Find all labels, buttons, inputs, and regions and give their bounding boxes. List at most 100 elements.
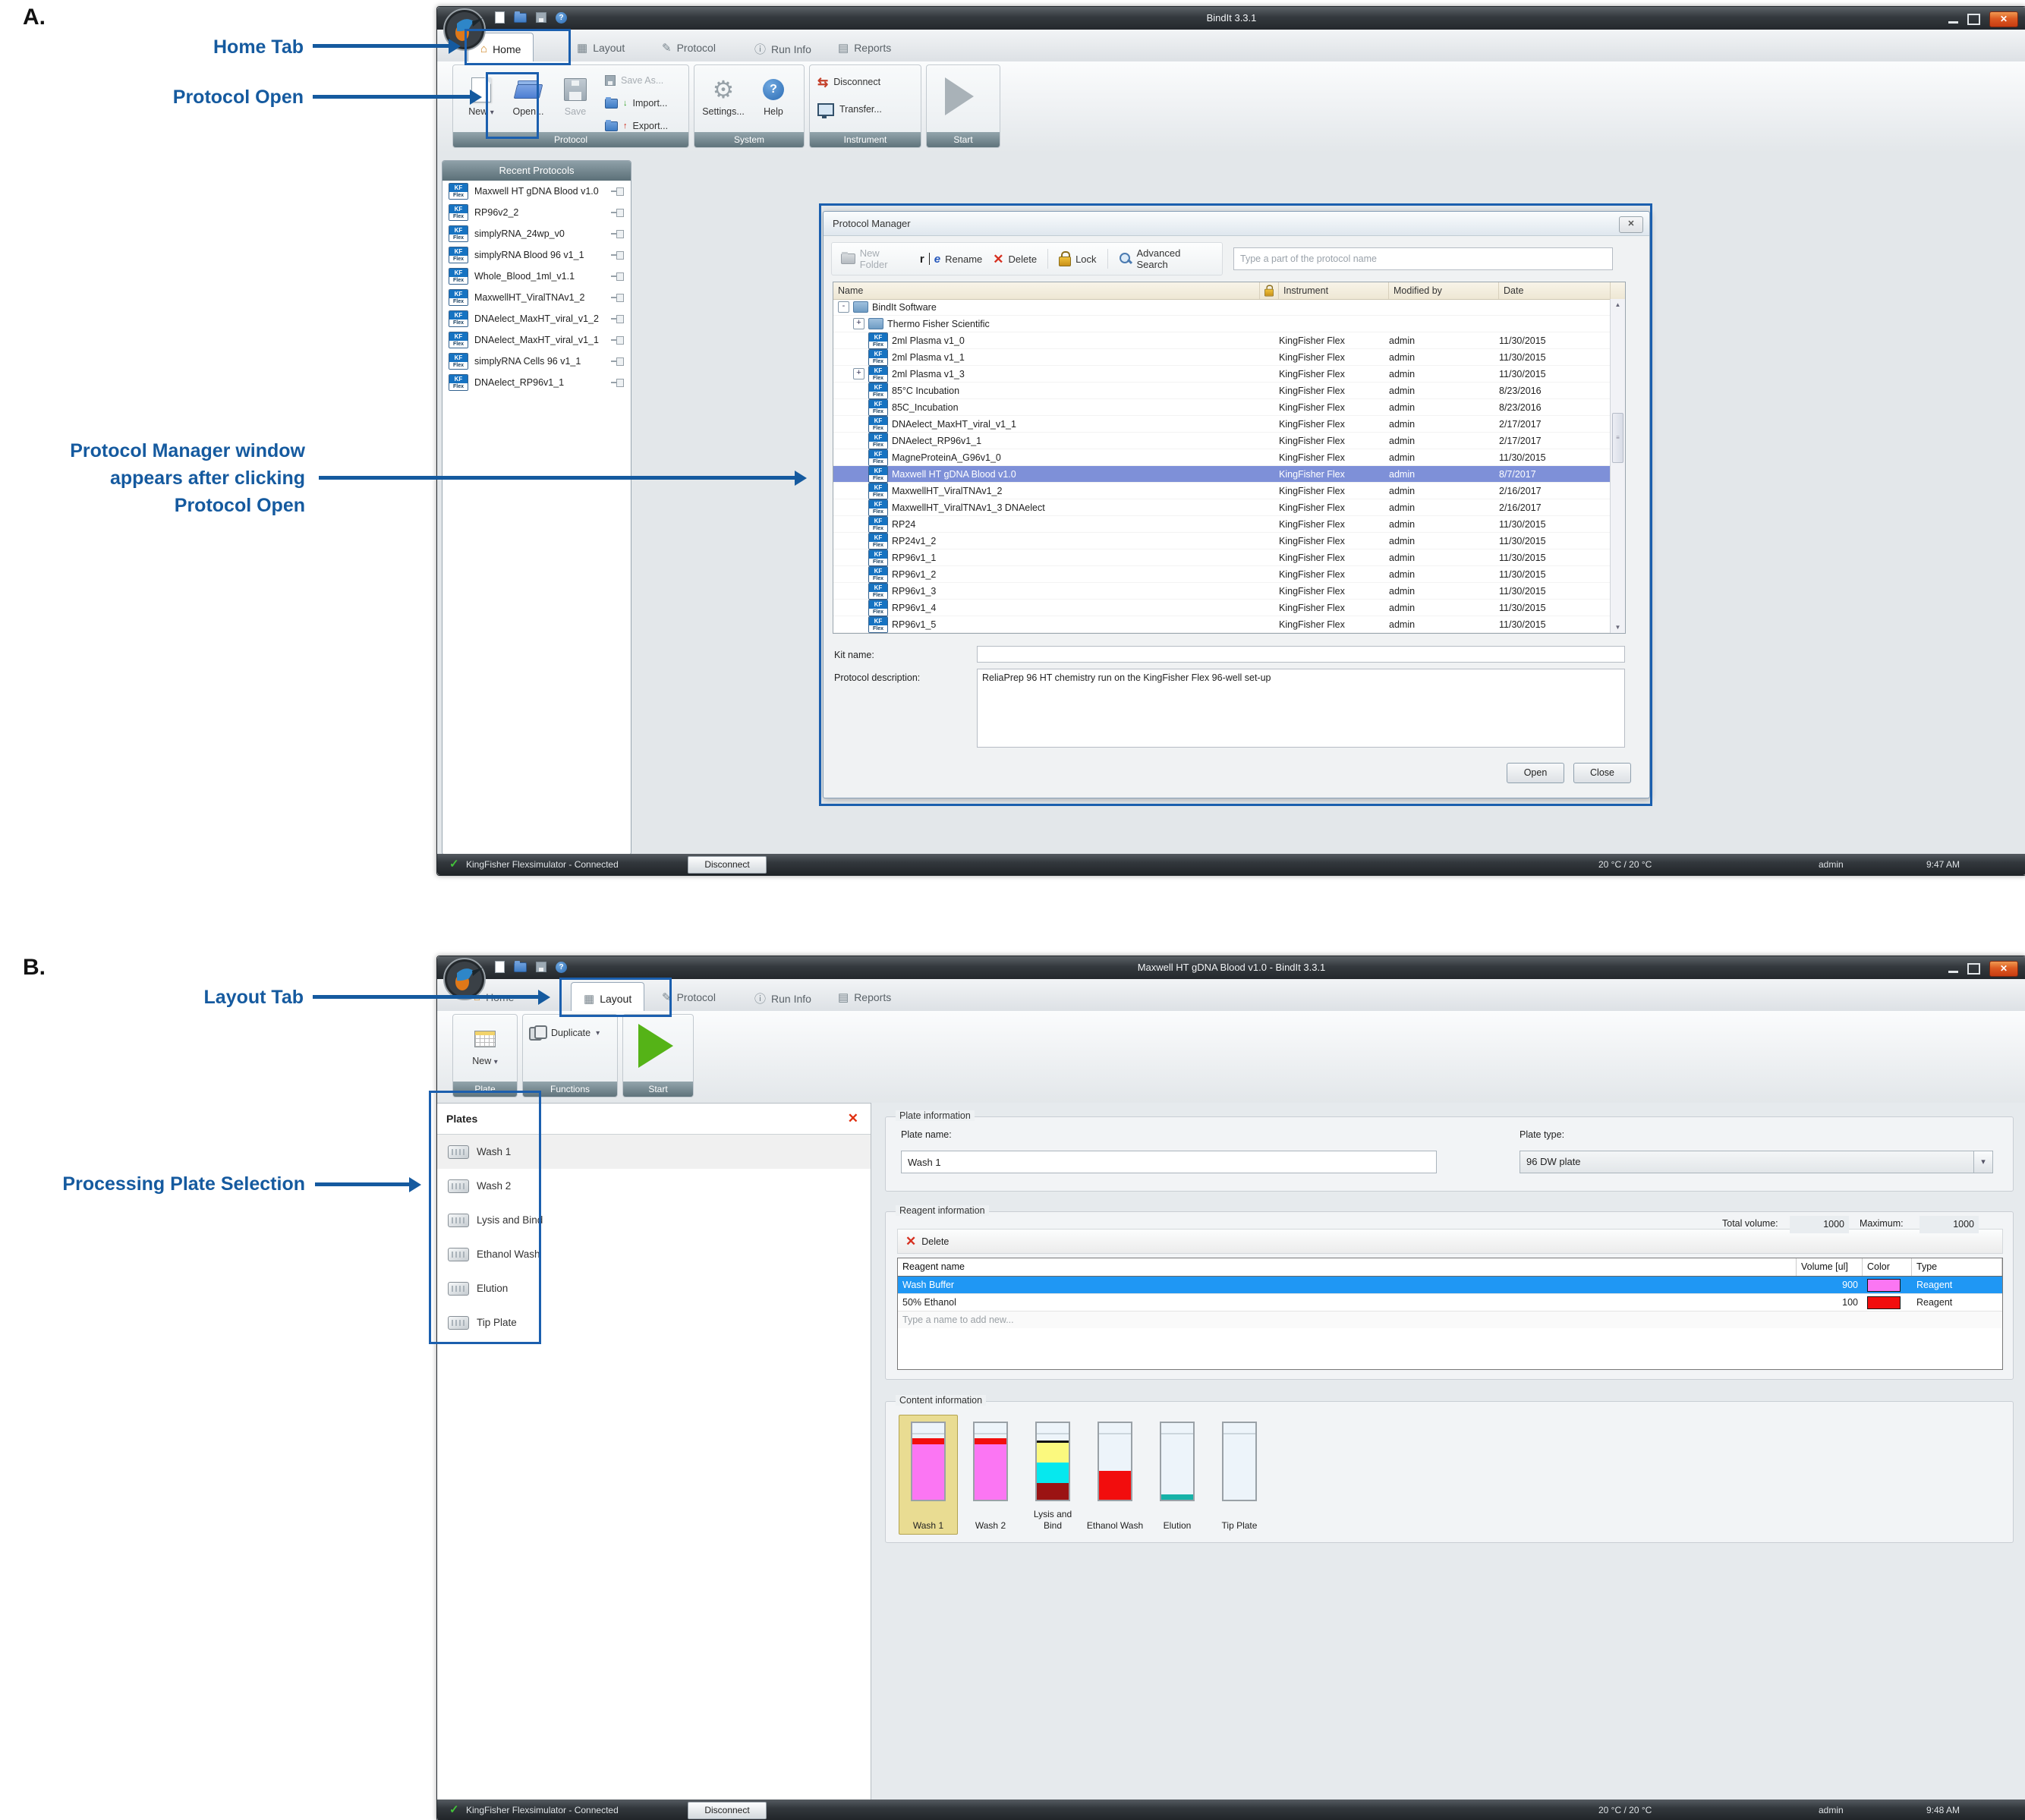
protocol-table-row[interactable]: KFFlex MagneProteinA_G96v1_0 KingFisher … (833, 449, 1611, 466)
plate-content-thumbnail[interactable]: Tip Plate (1210, 1415, 1269, 1535)
protocol-table-row[interactable]: KFFlex RP96v1_5 KingFisher Flex admin 11… (833, 616, 1611, 633)
pin-icon[interactable] (611, 187, 625, 196)
column-header-volume[interactable]: Volume [ul] (1797, 1258, 1863, 1276)
reagent-color-cell[interactable] (1863, 1279, 1912, 1292)
ribbon-tab[interactable]: ✎ Protocol (656, 38, 722, 58)
protocol-table-row[interactable]: KFFlex MaxwellHT_ViralTNAv1_2 KingFisher… (833, 483, 1611, 499)
start-run-button[interactable] (945, 77, 974, 115)
lock-button[interactable]: Lock (1059, 251, 1096, 266)
minimize-button[interactable] (1948, 21, 1958, 24)
protocol-table-row[interactable]: - KFFlex BindIt Software (833, 299, 1611, 316)
plate-list-item[interactable]: Lysis and Bind (437, 1203, 871, 1237)
column-header-type[interactable]: Type (1912, 1258, 2002, 1276)
color-swatch[interactable] (1867, 1296, 1901, 1309)
protocol-table-row[interactable]: KFFlex RP24v1_2 KingFisher Flex admin 11… (833, 533, 1611, 549)
protocol-description-textarea[interactable]: ReliaPrep 96 HT chemistry run on the Kin… (977, 669, 1625, 748)
tree-expander-icon[interactable]: + (853, 318, 864, 329)
column-header-date[interactable]: Date (1499, 282, 1611, 299)
protocol-table-row[interactable]: KFFlex 85°C Incubation KingFisher Flex a… (833, 383, 1611, 399)
protocol-table-row[interactable]: KFFlex DNAelect_MaxHT_viral_v1_1 KingFis… (833, 416, 1611, 433)
protocol-table-row[interactable]: KFFlex RP96v1_3 KingFisher Flex admin 11… (833, 583, 1611, 600)
protocol-table-row[interactable]: KFFlex RP24 KingFisher Flex admin 11/30/… (833, 516, 1611, 533)
scrollbar-thumb[interactable]: ≡ (1612, 413, 1623, 463)
pin-icon[interactable] (611, 250, 625, 260)
reagent-delete-button[interactable]: ✕ Delete (898, 1235, 949, 1248)
kit-name-input[interactable] (977, 646, 1625, 663)
pin-icon[interactable] (611, 378, 625, 387)
pin-icon[interactable] (611, 208, 625, 217)
save-as-button[interactable]: Save As... (605, 71, 685, 90)
recent-protocol-item[interactable]: KFFlex RP96v2_2 (442, 202, 631, 223)
column-header-modified-by[interactable]: Modified by (1389, 282, 1499, 299)
reagent-color-cell[interactable] (1863, 1296, 1912, 1309)
pin-icon[interactable] (611, 335, 625, 345)
plate-list-item[interactable]: Ethanol Wash (437, 1237, 871, 1271)
plate-list-item[interactable]: Wash 1 (437, 1135, 871, 1169)
duplicate-button[interactable]: Duplicate ▾ (529, 1024, 614, 1042)
add-reagent-placeholder-row[interactable]: Type a name to add new... (898, 1311, 2002, 1328)
advanced-search-button[interactable]: Advanced Search (1119, 247, 1213, 270)
tree-expander-icon[interactable]: - (838, 301, 849, 313)
start-run-button[interactable] (638, 1024, 673, 1068)
minimize-button[interactable] (1948, 971, 1958, 973)
status-disconnect-button[interactable]: Disconnect (688, 856, 767, 874)
protocol-table-row[interactable]: KFFlex 85C_Incubation KingFisher Flex ad… (833, 399, 1611, 416)
transfer-button[interactable]: Transfer... (817, 100, 916, 118)
close-button[interactable]: Close (1573, 763, 1631, 783)
color-swatch[interactable] (1867, 1279, 1901, 1292)
plate-list-item[interactable]: Wash 2 (437, 1169, 871, 1203)
disconnect-button[interactable]: ⇆ Disconnect (817, 73, 916, 91)
plate-content-thumbnail[interactable]: Ethanol Wash (1085, 1415, 1145, 1535)
save-protocol-icon[interactable] (536, 962, 546, 972)
column-header-reagent-name[interactable]: Reagent name (898, 1258, 1797, 1276)
pin-icon[interactable] (611, 293, 625, 302)
dialog-close-button[interactable]: ✕ (1619, 216, 1643, 233)
plate-type-select[interactable]: 96 DW plate ▾ (1520, 1151, 1993, 1173)
column-header-lock[interactable] (1260, 282, 1279, 299)
new-protocol-icon[interactable] (495, 961, 505, 973)
restore-button[interactable] (1967, 963, 1980, 975)
recent-protocol-item[interactable]: KFFlex Whole_Blood_1ml_v1.1 (442, 266, 631, 287)
save-protocol-icon[interactable] (536, 12, 546, 23)
plate-list-item[interactable]: Tip Plate (437, 1305, 871, 1340)
pin-icon[interactable] (611, 229, 625, 238)
protocol-search-input[interactable] (1233, 247, 1613, 270)
ribbon-tab[interactable]: ▦ Layout (571, 982, 644, 1014)
help-icon[interactable]: ? (556, 962, 567, 973)
recent-protocol-item[interactable]: KFFlex DNAelect_RP96v1_1 (442, 372, 631, 393)
status-disconnect-button[interactable]: Disconnect (688, 1802, 767, 1819)
protocol-table-row[interactable]: KFFlex 2ml Plasma v1_0 KingFisher Flex a… (833, 332, 1611, 349)
table-scrollbar[interactable]: ▲ ▼ ≡ (1610, 299, 1625, 633)
ribbon-tab[interactable]: ⓘ Run Info (748, 987, 817, 1009)
save-protocol-button[interactable]: Save (553, 70, 597, 132)
protocol-table-row[interactable]: KFFlex RP96v1_1 KingFisher Flex admin 11… (833, 549, 1611, 566)
protocol-table-row[interactable]: KFFlex Maxwell HT gDNA Blood v1.0 KingFi… (833, 466, 1611, 483)
reagent-row[interactable]: 50% Ethanol 100 Reagent (898, 1294, 2002, 1311)
recent-protocol-item[interactable]: KFFlex simplyRNA_24wp_v0 (442, 223, 631, 244)
recent-protocol-item[interactable]: KFFlex simplyRNA Cells 96 v1_1 (442, 351, 631, 372)
protocol-table-row[interactable]: KFFlex RP96v1_2 KingFisher Flex admin 11… (833, 566, 1611, 583)
ribbon-tab[interactable]: ⓘ Run Info (748, 38, 817, 60)
recent-protocol-item[interactable]: KFFlex Maxwell HT gDNA Blood v1.0 (442, 181, 631, 202)
plate-content-thumbnail[interactable]: Elution (1148, 1415, 1207, 1535)
reagent-row[interactable]: Wash Buffer 900 Reagent (898, 1277, 2002, 1294)
protocol-table-row[interactable]: KFFlex RP96v1_4 KingFisher Flex admin 11… (833, 600, 1611, 616)
plate-content-thumbnail[interactable]: Wash 1 (899, 1415, 958, 1535)
new-plate-button[interactable]: New ▾ (463, 1019, 507, 1082)
import-button[interactable]: ↓ Import... (605, 94, 685, 112)
close-button[interactable]: ✕ (1989, 961, 2018, 977)
scroll-up-icon[interactable]: ▲ (1611, 301, 1625, 308)
new-folder-button[interactable]: New Folder (841, 247, 909, 270)
recent-protocol-item[interactable]: KFFlex DNAelect_MaxHT_viral_v1_2 (442, 308, 631, 329)
protocol-table-row[interactable]: KFFlex 2ml Plasma v1_1 KingFisher Flex a… (833, 349, 1611, 366)
rename-button[interactable]: r e Rename (920, 253, 982, 266)
tree-expander-icon[interactable]: + (853, 368, 864, 379)
column-header-instrument[interactable]: Instrument (1279, 282, 1389, 299)
protocol-table-row[interactable]: + KFFlex 2ml Plasma v1_3 KingFisher Flex… (833, 366, 1611, 383)
restore-button[interactable] (1967, 14, 1980, 25)
recent-protocol-item[interactable]: KFFlex MaxwellHT_ViralTNAv1_2 (442, 287, 631, 308)
column-header-color[interactable]: Color (1863, 1258, 1912, 1276)
pin-icon[interactable] (611, 314, 625, 323)
open-protocol-icon[interactable] (514, 13, 527, 23)
settings-button[interactable]: ⚙ Settings... (699, 70, 748, 132)
